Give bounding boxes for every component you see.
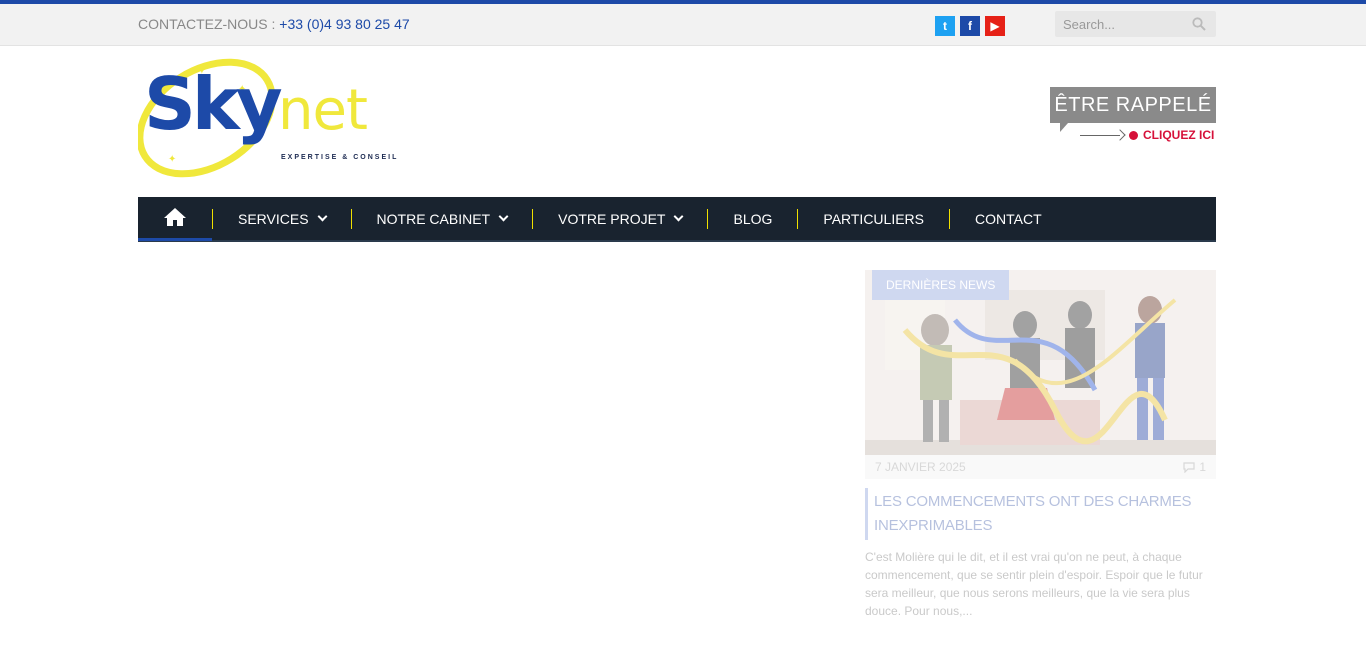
red-dot-icon <box>1129 131 1138 140</box>
main-nav: SERVICES NOTRE CABINET VOTRE PROJET BLOG… <box>138 197 1216 242</box>
nav-item-particuliers[interactable]: PARTICULIERS <box>798 196 949 241</box>
search-box <box>1055 11 1216 37</box>
contact-label: CONTACTEZ-NOUS : <box>138 16 280 32</box>
phone-link[interactable]: +33 (0)4 93 80 25 47 <box>279 16 409 32</box>
nav-item-label: CONTACT <box>975 210 1042 227</box>
latest-news-widget: DERNIÈRES NEWS 7 JANVIER 2025 1 LES COMM… <box>865 270 1216 620</box>
logo-tagline: EXPERTISE & CONSEIL <box>281 154 399 161</box>
nav-item-label: PARTICULIERS <box>823 210 925 227</box>
search-icon[interactable] <box>1192 17 1206 31</box>
twitter-icon[interactable]: t <box>935 16 955 36</box>
logo-net-text: net <box>278 78 368 143</box>
site-logo[interactable]: ✦ ✦ ✦ Sky net EXPERTISE & CONSEIL <box>138 52 400 184</box>
contact-info: CONTACTEZ-NOUS : +33 (0)4 93 80 25 47 <box>138 16 410 32</box>
news-comments[interactable]: 1 <box>1183 460 1206 474</box>
arrow-right-icon <box>1114 129 1126 141</box>
home-icon <box>164 208 186 226</box>
news-image[interactable]: DERNIÈRES NEWS <box>865 270 1216 455</box>
svg-text:✦: ✦ <box>168 154 176 165</box>
search-input[interactable] <box>1055 11 1185 37</box>
logo-sky-text: Sky <box>144 62 283 146</box>
comment-icon <box>1183 461 1195 473</box>
nav-item-blog[interactable]: BLOG <box>708 196 797 241</box>
nav-item-notre-cabinet[interactable]: NOTRE CABINET <box>352 196 533 241</box>
nav-item-services[interactable]: SERVICES <box>213 196 351 241</box>
news-excerpt: C'est Molière qui le dit, et il est vrai… <box>865 550 1203 618</box>
nav-item-votre-projet[interactable]: VOTRE PROJET <box>533 196 707 241</box>
news-comments-count: 1 <box>1199 460 1206 474</box>
social-links: t f ▶ <box>935 16 1005 36</box>
nav-item-label: BLOG <box>733 210 773 227</box>
top-bar: CONTACTEZ-NOUS : +33 (0)4 93 80 25 47 t … <box>0 4 1366 46</box>
chevron-down-icon <box>317 211 327 222</box>
chevron-down-icon <box>674 211 684 222</box>
nav-item-contact[interactable]: CONTACT <box>950 196 1067 241</box>
news-meta: 7 JANVIER 2025 1 <box>865 455 1216 479</box>
nav-item-label: VOTRE PROJET <box>558 210 666 227</box>
nav-item-label: SERVICES <box>238 210 309 227</box>
callback-banner[interactable]: ÊTRE RAPPELÉ CLIQUEZ ICI <box>1050 87 1216 145</box>
nav-item-label: NOTRE CABINET <box>376 210 491 227</box>
chevron-down-icon <box>498 211 509 222</box>
callback-notch <box>1060 123 1068 132</box>
callback-link[interactable]: CLIQUEZ ICI <box>1143 128 1214 142</box>
youtube-icon[interactable]: ▶ <box>985 16 1005 36</box>
facebook-icon[interactable]: f <box>960 16 980 36</box>
callback-title: ÊTRE RAPPELÉ <box>1050 87 1216 123</box>
nav-home[interactable] <box>138 196 212 241</box>
news-date: 7 JANVIER 2025 <box>875 460 966 474</box>
news-badge: DERNIÈRES NEWS <box>872 270 1010 300</box>
news-title[interactable]: LES COMMENCEMENTS ONT DES CHARMES INEXPR… <box>865 488 1216 540</box>
